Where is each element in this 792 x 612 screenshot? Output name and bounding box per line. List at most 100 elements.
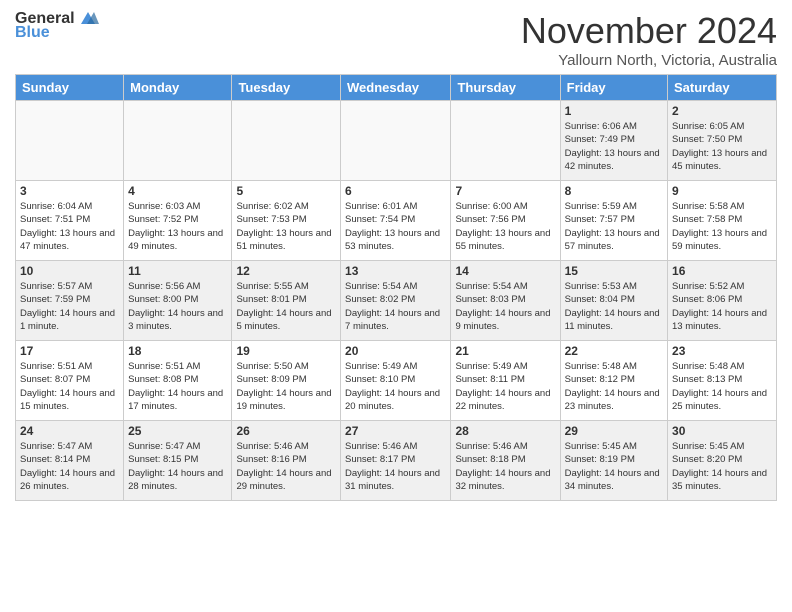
day-number: 18 bbox=[128, 344, 227, 358]
calendar-week-row: 3 Sunrise: 6:04 AMSunset: 7:51 PMDaylight… bbox=[16, 181, 777, 261]
day-number: 7 bbox=[455, 184, 555, 198]
day-number: 30 bbox=[672, 424, 772, 438]
table-row: 20Sunrise: 5:49 AMSunset: 8:10 PMDayligh… bbox=[341, 341, 451, 421]
table-row: 8Sunrise: 5:59 AMSunset: 7:57 PMDaylight… bbox=[560, 181, 667, 261]
day-number: 14 bbox=[455, 264, 555, 278]
day-number: 21 bbox=[455, 344, 555, 358]
logo-icon bbox=[77, 10, 99, 28]
page-container: General Blue November 2024 Yallourn Nort… bbox=[0, 0, 792, 511]
header-thursday: Thursday bbox=[451, 75, 560, 101]
day-info: Sunrise: 5:54 AMSunset: 8:02 PMDaylight:… bbox=[345, 280, 446, 333]
day-info: Sunrise: 5:57 AMSunset: 7:59 PMDaylight:… bbox=[20, 280, 119, 333]
day-number: 2 bbox=[672, 104, 772, 118]
day-number: 17 bbox=[20, 344, 119, 358]
day-info: Sunrise: 5:48 AMSunset: 8:12 PMDaylight:… bbox=[565, 360, 663, 413]
table-row: 28 Sunrise: 5:46 AMSunset: 8:18 PMDayligh… bbox=[451, 421, 560, 501]
day-number: 29 bbox=[565, 424, 663, 438]
day-number: 15 bbox=[565, 264, 663, 278]
table-row: 5 Sunrise: 6:02 AMSunset: 7:53 PMDaylight… bbox=[232, 181, 341, 261]
day-info: Sunrise: 5:58 AMSunset: 7:58 PMDaylight:… bbox=[672, 200, 772, 253]
table-row: 4Sunrise: 6:03 AMSunset: 7:52 PMDaylight… bbox=[124, 181, 232, 261]
day-info: Sunrise: 5:51 AMSunset: 8:08 PMDaylight:… bbox=[128, 360, 227, 413]
day-number: 5 bbox=[236, 184, 336, 198]
day-number: 16 bbox=[672, 264, 772, 278]
day-info: Sunrise: 5:49 AMSunset: 8:11 PMDaylight:… bbox=[455, 360, 555, 413]
table-row: 23 Sunrise: 5:48 AMSunset: 8:13 PMDayligh… bbox=[668, 341, 777, 421]
table-row: 22 Sunrise: 5:48 AMSunset: 8:12 PMDayligh… bbox=[560, 341, 667, 421]
day-info: Sunrise: 6:02 AMSunset: 7:53 PMDaylight:… bbox=[236, 200, 336, 253]
table-row: 11 Sunrise: 5:56 AMSunset: 8:00 PMDayligh… bbox=[124, 261, 232, 341]
day-info: Sunrise: 6:03 AMSunset: 7:52 PMDaylight:… bbox=[128, 200, 227, 253]
day-info: Sunrise: 5:55 AMSunset: 8:01 PMDaylight:… bbox=[236, 280, 336, 333]
day-info: Sunrise: 5:50 AMSunset: 8:09 PMDaylight:… bbox=[236, 360, 336, 413]
day-number: 25 bbox=[128, 424, 227, 438]
table-row: 10Sunrise: 5:57 AMSunset: 7:59 PMDayligh… bbox=[16, 261, 124, 341]
header-sunday: Sunday bbox=[16, 75, 124, 101]
table-row: 26Sunrise: 5:46 AMSunset: 8:16 PMDayligh… bbox=[232, 421, 341, 501]
day-info: Sunrise: 5:47 AMSunset: 8:15 PMDaylight:… bbox=[128, 440, 227, 493]
day-info: Sunrise: 5:53 AMSunset: 8:04 PMDaylight:… bbox=[565, 280, 663, 333]
calendar-week-row: 17 Sunrise: 5:51 AMSunset: 8:07 PMDayligh… bbox=[16, 341, 777, 421]
calendar-table: Sunday Monday Tuesday Wednesday Thursday… bbox=[15, 74, 777, 501]
day-info: Sunrise: 5:56 AMSunset: 8:00 PMDaylight:… bbox=[128, 280, 227, 333]
day-number: 24 bbox=[20, 424, 119, 438]
day-number: 11 bbox=[128, 264, 227, 278]
day-info: Sunrise: 5:48 AMSunset: 8:13 PMDaylight:… bbox=[672, 360, 772, 413]
day-number: 22 bbox=[565, 344, 663, 358]
day-info: Sunrise: 5:49 AMSunset: 8:10 PMDaylight:… bbox=[345, 360, 446, 413]
header: General Blue November 2024 Yallourn Nort… bbox=[15, 10, 777, 69]
table-row: 17 Sunrise: 5:51 AMSunset: 8:07 PMDayligh… bbox=[16, 341, 124, 421]
table-row bbox=[16, 101, 124, 181]
day-number: 1 bbox=[565, 104, 663, 118]
day-number: 12 bbox=[236, 264, 336, 278]
table-row: 18 Sunrise: 5:51 AMSunset: 8:08 PMDayligh… bbox=[124, 341, 232, 421]
month-year-title: November 2024 bbox=[521, 10, 777, 52]
day-number: 28 bbox=[455, 424, 555, 438]
calendar-week-row: 10Sunrise: 5:57 AMSunset: 7:59 PMDayligh… bbox=[16, 261, 777, 341]
day-info: Sunrise: 5:46 AMSunset: 8:18 PMDaylight:… bbox=[455, 440, 555, 493]
day-number: 6 bbox=[345, 184, 446, 198]
table-row: 21 Sunrise: 5:49 AMSunset: 8:11 PMDayligh… bbox=[451, 341, 560, 421]
day-info: Sunrise: 5:51 AMSunset: 8:07 PMDaylight:… bbox=[20, 360, 119, 413]
table-row: 3 Sunrise: 6:04 AMSunset: 7:51 PMDaylight… bbox=[16, 181, 124, 261]
header-saturday: Saturday bbox=[668, 75, 777, 101]
table-row: 7 Sunrise: 6:00 AMSunset: 7:56 PMDaylight… bbox=[451, 181, 560, 261]
calendar-week-row: 24 Sunrise: 5:47 AMSunset: 8:14 PMDayligh… bbox=[16, 421, 777, 501]
location-subtitle: Yallourn North, Victoria, Australia bbox=[521, 52, 777, 69]
table-row bbox=[124, 101, 232, 181]
day-number: 27 bbox=[345, 424, 446, 438]
weekday-header-row: Sunday Monday Tuesday Wednesday Thursday… bbox=[16, 75, 777, 101]
header-monday: Monday bbox=[124, 75, 232, 101]
day-info: Sunrise: 6:06 AMSunset: 7:49 PMDaylight:… bbox=[565, 120, 663, 173]
calendar-week-row: 1 Sunrise: 6:06 AMSunset: 7:49 PMDaylight… bbox=[16, 101, 777, 181]
day-number: 23 bbox=[672, 344, 772, 358]
table-row bbox=[451, 101, 560, 181]
day-info: Sunrise: 5:45 AMSunset: 8:19 PMDaylight:… bbox=[565, 440, 663, 493]
table-row: 29 Sunrise: 5:45 AMSunset: 8:19 PMDayligh… bbox=[560, 421, 667, 501]
table-row: 15 Sunrise: 5:53 AMSunset: 8:04 PMDayligh… bbox=[560, 261, 667, 341]
table-row: 6 Sunrise: 6:01 AMSunset: 7:54 PMDaylight… bbox=[341, 181, 451, 261]
table-row: 16 Sunrise: 5:52 AMSunset: 8:06 PMDayligh… bbox=[668, 261, 777, 341]
table-row: 14 Sunrise: 5:54 AMSunset: 8:03 PMDayligh… bbox=[451, 261, 560, 341]
day-info: Sunrise: 5:47 AMSunset: 8:14 PMDaylight:… bbox=[20, 440, 119, 493]
day-info: Sunrise: 5:52 AMSunset: 8:06 PMDaylight:… bbox=[672, 280, 772, 333]
day-number: 9 bbox=[672, 184, 772, 198]
day-number: 3 bbox=[20, 184, 119, 198]
day-info: Sunrise: 6:00 AMSunset: 7:56 PMDaylight:… bbox=[455, 200, 555, 253]
day-number: 19 bbox=[236, 344, 336, 358]
day-info: Sunrise: 5:46 AMSunset: 8:16 PMDaylight:… bbox=[236, 440, 336, 493]
day-info: Sunrise: 5:59 AMSunset: 7:57 PMDaylight:… bbox=[565, 200, 663, 253]
table-row: 25 Sunrise: 5:47 AMSunset: 8:15 PMDayligh… bbox=[124, 421, 232, 501]
table-row: 30 Sunrise: 5:45 AMSunset: 8:20 PMDayligh… bbox=[668, 421, 777, 501]
day-info: Sunrise: 6:04 AMSunset: 7:51 PMDaylight:… bbox=[20, 200, 119, 253]
table-row bbox=[232, 101, 341, 181]
table-row: 27Sunrise: 5:46 AMSunset: 8:17 PMDayligh… bbox=[341, 421, 451, 501]
table-row: 24 Sunrise: 5:47 AMSunset: 8:14 PMDayligh… bbox=[16, 421, 124, 501]
table-row: 9 Sunrise: 5:58 AMSunset: 7:58 PMDaylight… bbox=[668, 181, 777, 261]
header-tuesday: Tuesday bbox=[232, 75, 341, 101]
table-row: 13Sunrise: 5:54 AMSunset: 8:02 PMDayligh… bbox=[341, 261, 451, 341]
table-row: 19 Sunrise: 5:50 AMSunset: 8:09 PMDayligh… bbox=[232, 341, 341, 421]
day-info: Sunrise: 5:45 AMSunset: 8:20 PMDaylight:… bbox=[672, 440, 772, 493]
day-info: Sunrise: 5:54 AMSunset: 8:03 PMDaylight:… bbox=[455, 280, 555, 333]
day-info: Sunrise: 6:01 AMSunset: 7:54 PMDaylight:… bbox=[345, 200, 446, 253]
